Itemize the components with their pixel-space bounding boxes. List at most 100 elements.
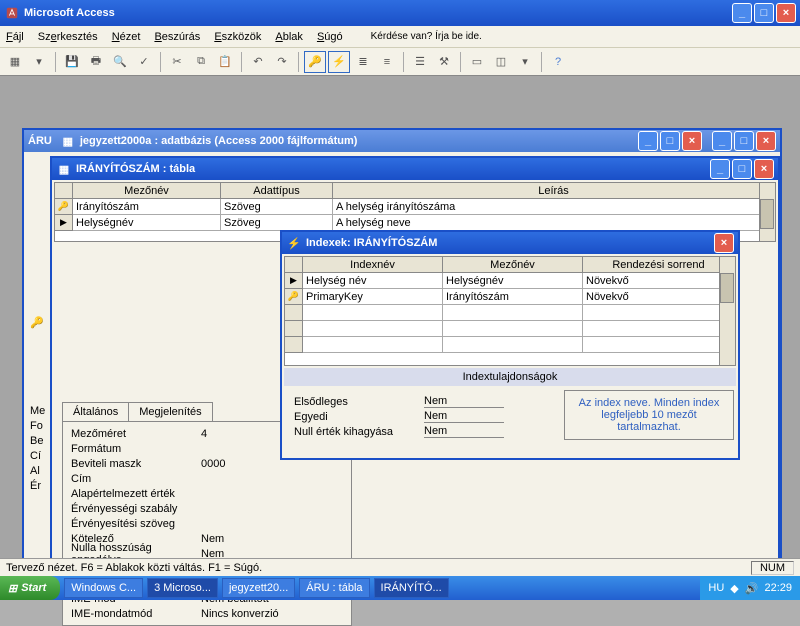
field-row[interactable]: ▶ Helységnév Szöveg A helység neve (55, 215, 775, 231)
paste-button[interactable]: 📋 (214, 51, 236, 73)
new-object-button[interactable]: ◫ (490, 51, 512, 73)
property-label: Formátum (71, 443, 201, 455)
property-row[interactable]: IME-mondatmódNincs konverzió (71, 606, 343, 621)
status-num: NUM (751, 561, 794, 575)
properties-button[interactable]: ☰ (409, 51, 431, 73)
system-tray[interactable]: HU ◆ 🔊 22:29 (700, 576, 800, 600)
property-row[interactable]: Érvényességi szabály (71, 501, 343, 516)
field-row[interactable]: 🔑 Irányítószám Szöveg A helység irányító… (55, 199, 775, 215)
property-value[interactable]: Nincs konverzió (201, 608, 279, 620)
property-label: Alapértelmezett érték (71, 488, 201, 500)
minimize-button[interactable]: _ (732, 3, 752, 23)
col-sortorder[interactable]: Rendezési sorrend (583, 257, 735, 273)
statusbar: Tervező nézet. F6 = Ablakok közti váltás… (0, 558, 800, 576)
view-button[interactable]: ▦ (4, 51, 26, 73)
copy-button[interactable]: ⧉ (190, 51, 212, 73)
db-window-button[interactable]: ▭ (466, 51, 488, 73)
index-property-row[interactable]: EgyediNem (294, 409, 556, 424)
undo-button[interactable]: ↶ (247, 51, 269, 73)
db-minimize-button[interactable]: _ (638, 131, 658, 151)
taskbar-item[interactable]: IRÁNYÍTÓ... (374, 578, 449, 598)
clock[interactable]: 22:29 (764, 582, 792, 594)
preview-button[interactable]: 🔍 (109, 51, 131, 73)
help-button[interactable]: ? (547, 51, 569, 73)
menu-tools[interactable]: Eszközök (214, 31, 261, 43)
menu-help[interactable]: Súgó (317, 31, 343, 43)
db-minimize2-button[interactable]: _ (712, 131, 732, 151)
insert-rows-button[interactable]: ≣ (352, 51, 374, 73)
property-row[interactable]: Cím (71, 471, 343, 486)
dropdown-icon[interactable]: ▾ (28, 51, 50, 73)
status-text: Tervező nézet. F6 = Ablakok közti váltás… (6, 562, 262, 574)
spell-button[interactable]: ✓ (133, 51, 155, 73)
table-maximize-button[interactable]: □ (732, 159, 752, 179)
close-button[interactable]: × (776, 3, 796, 23)
property-value[interactable]: Nem (424, 425, 504, 438)
index-row[interactable]: 🔑 PrimaryKey Irányítószám Növekvő (285, 289, 735, 305)
save-button[interactable]: 💾 (61, 51, 83, 73)
db-maximize2-button[interactable]: □ (734, 131, 754, 151)
index-row-selector[interactable]: ▶ (285, 273, 303, 289)
table-minimize-button[interactable]: _ (710, 159, 730, 179)
db-close2-button[interactable]: × (756, 131, 776, 151)
taskbar-item[interactable]: ÁRU : tábla (299, 578, 369, 598)
property-value[interactable]: Nem (424, 395, 504, 408)
lang-indicator[interactable]: HU (708, 582, 724, 594)
row-selector-current[interactable]: ▶ (55, 215, 73, 231)
delete-rows-button[interactable]: ≡ (376, 51, 398, 73)
menu-view[interactable]: Nézet (112, 31, 141, 43)
taskbar-item[interactable]: Windows C... (64, 578, 143, 598)
property-label: Mezőméret (71, 428, 201, 440)
truncated-props: 🔑 Me Fo Be Cí Al Ér (30, 316, 45, 495)
tray-icon[interactable]: ◆ (730, 582, 738, 595)
tab-display[interactable]: Megjelenítés (128, 402, 212, 421)
index-property-row[interactable]: ElsődlegesNem (294, 394, 556, 409)
row-selector-key[interactable]: 🔑 (55, 199, 73, 215)
db-close-button[interactable]: × (682, 131, 702, 151)
windows-icon: ⊞ (8, 582, 17, 595)
start-button[interactable]: ⊞ Start (0, 576, 60, 600)
col-fieldname[interactable]: Mezőnév (73, 183, 221, 199)
build-button[interactable]: ⚒ (433, 51, 455, 73)
index-grid[interactable]: Indexnév Mezőnév Rendezési sorrend ▶ Hel… (284, 256, 736, 366)
dropdown2-icon[interactable]: ▾ (514, 51, 536, 73)
property-value[interactable]: Nem (424, 410, 504, 423)
property-label: Érvényesítési szöveg (71, 518, 201, 530)
tab-general[interactable]: Általános (62, 402, 129, 421)
index-row[interactable]: ▶ Helység név Helységnév Növekvő (285, 273, 735, 289)
tray-icon[interactable]: 🔊 (745, 582, 759, 595)
menu-edit[interactable]: Szerkesztés (38, 31, 98, 43)
col-description[interactable]: Leírás (333, 183, 775, 199)
menu-window[interactable]: Ablak (275, 31, 303, 43)
db-maximize-button[interactable]: □ (660, 131, 680, 151)
menu-insert[interactable]: Beszúrás (154, 31, 200, 43)
index-row-selector-key[interactable]: 🔑 (285, 289, 303, 305)
col-indexname[interactable]: Indexnév (303, 257, 443, 273)
col-indexfield[interactable]: Mezőnév (443, 257, 583, 273)
maximize-button[interactable]: □ (754, 3, 774, 23)
app-titlebar: Microsoft Access _ □ × (0, 0, 800, 26)
property-value[interactable]: 4 (201, 428, 207, 440)
indexes-close-button[interactable]: × (714, 233, 734, 253)
property-row[interactable]: Alapértelmezett érték (71, 486, 343, 501)
grid-scrollbar[interactable] (759, 183, 775, 241)
col-datatype[interactable]: Adattípus (221, 183, 333, 199)
taskbar-item[interactable]: 3 Microso... (147, 578, 218, 598)
index-property-row[interactable]: Null érték kihagyásaNem (294, 424, 556, 439)
cut-button[interactable]: ✂ (166, 51, 188, 73)
help-question[interactable]: Kérdése van? Írja be ide. (371, 31, 482, 42)
index-scrollbar[interactable] (719, 257, 735, 365)
property-value[interactable]: Nem (201, 533, 224, 545)
table-close-button[interactable]: × (754, 159, 774, 179)
property-value[interactable]: 0000 (201, 458, 225, 470)
property-row[interactable]: Érvényesítési szöveg (71, 516, 343, 531)
menu-file[interactable]: Fájl (6, 31, 24, 43)
property-label: Egyedi (294, 411, 424, 423)
taskbar-item[interactable]: jegyzett20... (222, 578, 295, 598)
indexes-button[interactable]: ⚡ (328, 51, 350, 73)
property-label: Elsődleges (294, 396, 424, 408)
print-button[interactable]: 🖶 (85, 51, 107, 73)
indexes-window[interactable]: ⚡ Indexek: IRÁNYÍTÓSZÁM × Indexnév Mezőn… (280, 230, 740, 460)
key-button[interactable]: 🔑 (304, 51, 326, 73)
redo-button[interactable]: ↷ (271, 51, 293, 73)
